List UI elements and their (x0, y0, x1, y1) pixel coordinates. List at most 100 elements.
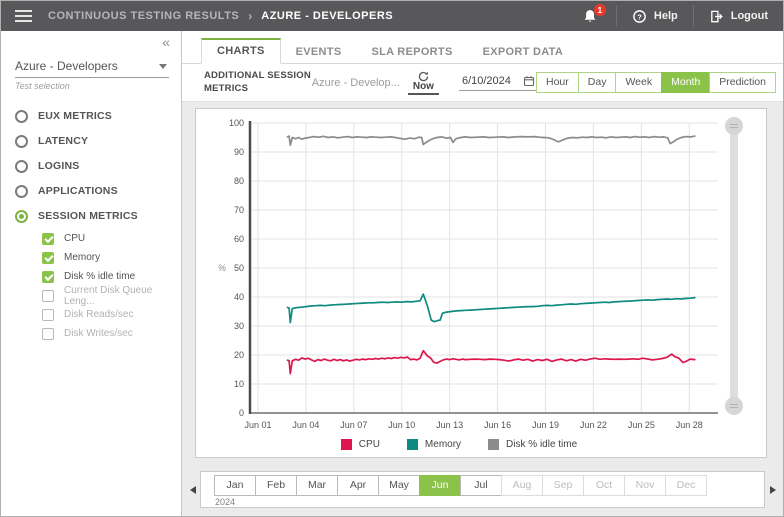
metric-checkbox-disk-reads[interactable]: Disk Reads/sec (42, 308, 169, 321)
chevron-down-icon (159, 64, 167, 69)
month-button-mar[interactable]: Mar (296, 475, 338, 496)
checkbox-checked-icon (42, 252, 54, 264)
sidebar-item-eux-metrics[interactable]: EUX METRICS (15, 109, 169, 123)
main-content: CHARTS EVENTS SLA REPORTS EXPORT DATA AD… (182, 31, 783, 517)
logout-button[interactable]: Logout (694, 1, 783, 31)
sidebar-item-applications[interactable]: APPLICATIONS (15, 184, 169, 198)
date-value: 6/10/2024 (462, 75, 511, 87)
arrow-right-icon (770, 486, 776, 494)
svg-text:100: 100 (229, 118, 244, 128)
metric-checkbox-disk-writes[interactable]: Disk Writes/sec (42, 327, 169, 340)
tab-sla-reports[interactable]: SLA REPORTS (356, 41, 467, 64)
sidebar-item-latency[interactable]: LATENCY (15, 134, 169, 148)
svg-text:Jun 19: Jun 19 (532, 420, 559, 430)
month-button-jul[interactable]: Jul (460, 475, 502, 496)
month-button-jan[interactable]: Jan (214, 475, 256, 496)
radio-icon (15, 110, 28, 123)
svg-text:80: 80 (234, 176, 244, 186)
now-label: Now (413, 81, 434, 92)
range-month-button[interactable]: Month (661, 72, 710, 93)
legend-item-disk-idle[interactable]: Disk % idle time (488, 439, 577, 450)
checkbox-unchecked-icon (42, 290, 54, 302)
range-hour-button[interactable]: Hour (536, 72, 579, 93)
sidebar-item-logins[interactable]: LOGINS (15, 159, 169, 173)
session-chart-svg[interactable]: 0102030405060708090100Jun 01Jun 04Jun 07… (202, 113, 747, 435)
metric-checkbox-cpu[interactable]: CPU (42, 232, 169, 245)
chart-region: 0102030405060708090100Jun 01Jun 04Jun 07… (182, 102, 783, 461)
arrow-left-icon (190, 486, 196, 494)
refresh-now-button[interactable]: Now (408, 70, 439, 95)
metric-checkbox-memory[interactable]: Memory (42, 251, 169, 264)
checkbox-unchecked-icon (42, 328, 54, 340)
menu-icon[interactable] (15, 10, 32, 22)
svg-text:10: 10 (234, 379, 244, 389)
svg-text:Jun 28: Jun 28 (676, 420, 703, 430)
month-button-aug: Aug (501, 475, 543, 496)
chart-panel: 0102030405060708090100Jun 01Jun 04Jun 07… (195, 108, 767, 458)
test-selection-dropdown[interactable]: Azure - Developers (15, 59, 169, 78)
tab-bar: CHARTS EVENTS SLA REPORTS EXPORT DATA (182, 31, 783, 64)
checkbox-unchecked-icon (42, 309, 54, 321)
date-input[interactable]: 6/10/2024 (459, 75, 537, 91)
svg-text:50: 50 (234, 263, 244, 273)
range-day-button[interactable]: Day (578, 72, 617, 93)
legend-item-cpu[interactable]: CPU (341, 439, 380, 450)
month-button-feb[interactable]: Feb (255, 475, 297, 496)
metric-checkbox-disk-idle[interactable]: Disk % idle time (42, 270, 169, 283)
sidebar: « Azure - Developers Test selection EUX … (1, 31, 182, 517)
time-range-buttons: Hour Day Week Month Prediction (537, 72, 776, 93)
notifications-button[interactable]: 1 (564, 1, 616, 31)
session-name: Azure - Develop... (312, 77, 400, 89)
metric-checkbox-disk-queue[interactable]: Current Disk Queue Leng... (42, 289, 169, 302)
month-button-jun[interactable]: Jun (419, 475, 461, 496)
slider-handle-top[interactable] (725, 117, 743, 135)
range-prediction-button[interactable]: Prediction (709, 72, 776, 93)
slider-handle-bottom[interactable] (725, 397, 743, 415)
radio-icon (15, 185, 28, 198)
tab-events[interactable]: EVENTS (281, 41, 357, 64)
chart-legend: CPU Memory Disk % idle time (196, 439, 722, 450)
svg-text:Jun 10: Jun 10 (388, 420, 415, 430)
month-panel: Jan Feb Mar Apr May Jun Jul Aug Sep Oct … (200, 471, 765, 508)
section-title: ADDITIONAL SESSION METRICS (204, 70, 312, 95)
collapse-sidebar-icon[interactable]: « (162, 34, 170, 50)
logout-icon (709, 9, 724, 24)
checkbox-checked-icon (42, 233, 54, 245)
help-button[interactable]: ? Help (617, 1, 693, 31)
svg-text:Jun 01: Jun 01 (244, 420, 271, 430)
logout-label: Logout (731, 10, 768, 22)
svg-text:%: % (218, 263, 226, 273)
month-button-sep: Sep (542, 475, 584, 496)
cpu-swatch (341, 439, 352, 450)
svg-text:Jun 22: Jun 22 (580, 420, 607, 430)
year-label: 2024 (215, 497, 764, 507)
memory-swatch (407, 439, 418, 450)
breadcrumb-current: AZURE - DEVELOPERS (261, 10, 393, 22)
legend-item-memory[interactable]: Memory (407, 439, 461, 450)
notification-badge: 1 (594, 4, 606, 16)
radio-icon (15, 160, 28, 173)
help-icon: ? (632, 9, 647, 24)
calendar-icon (523, 75, 535, 87)
svg-text:?: ? (637, 12, 642, 21)
month-button-may[interactable]: May (378, 475, 420, 496)
test-selection-caption: Test selection (15, 81, 169, 91)
prev-month-arrow[interactable] (185, 471, 200, 508)
month-button-dec: Dec (665, 475, 707, 496)
slider-track[interactable] (730, 126, 738, 406)
tab-charts[interactable]: CHARTS (201, 38, 281, 64)
range-week-button[interactable]: Week (615, 72, 662, 93)
next-month-arrow[interactable] (765, 471, 780, 508)
sidebar-item-session-metrics[interactable]: SESSION METRICS (15, 209, 169, 223)
radio-icon (15, 135, 28, 148)
checkbox-checked-icon (42, 271, 54, 283)
breadcrumb-root[interactable]: CONTINUOUS TESTING RESULTS (48, 10, 239, 22)
svg-text:60: 60 (234, 234, 244, 244)
svg-text:30: 30 (234, 321, 244, 331)
radio-selected-icon (15, 210, 28, 223)
breadcrumb-separator: › (248, 9, 252, 23)
svg-text:Jun 13: Jun 13 (436, 420, 463, 430)
month-button-apr[interactable]: Apr (337, 475, 379, 496)
tab-export-data[interactable]: EXPORT DATA (468, 41, 579, 64)
app-window: CONTINUOUS TESTING RESULTS › AZURE - DEV… (0, 0, 784, 517)
